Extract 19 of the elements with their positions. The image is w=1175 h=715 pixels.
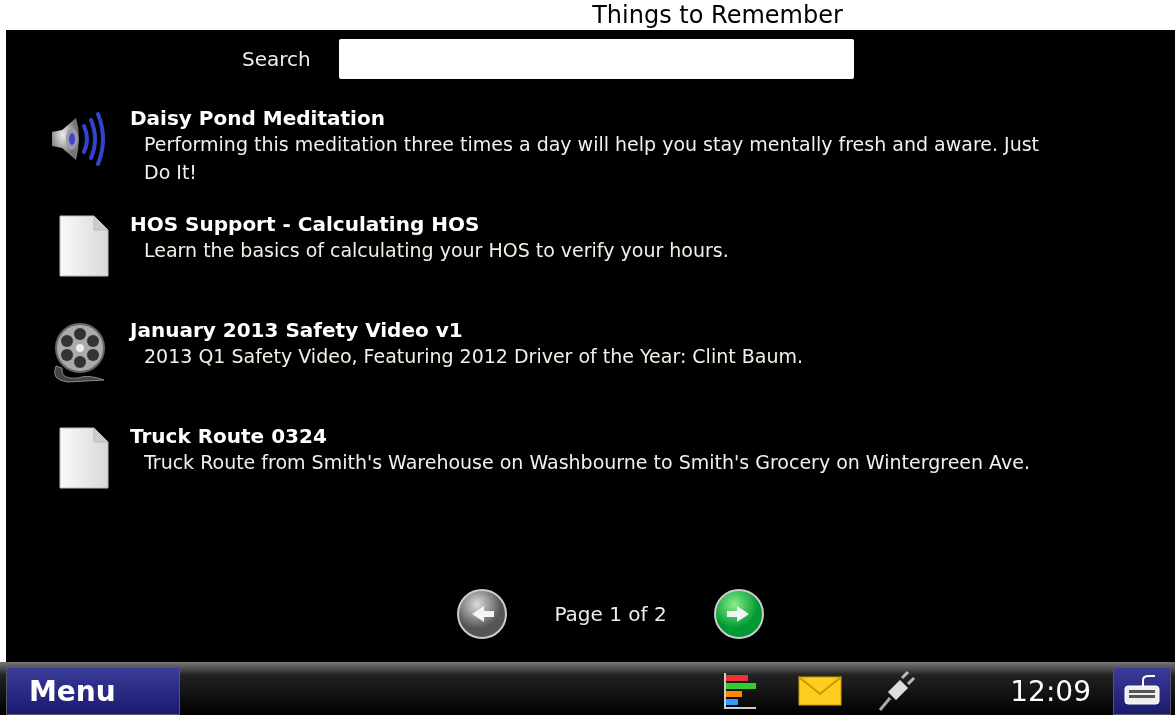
- window-title: Things to Remember: [592, 3, 843, 27]
- envelope-icon[interactable]: [798, 676, 843, 706]
- item-title[interactable]: Daisy Pond Meditation: [130, 106, 1044, 130]
- page-indicator: Page 1 of 2: [554, 602, 667, 626]
- item-title[interactable]: HOS Support - Calculating HOS: [130, 212, 729, 236]
- item-title[interactable]: January 2013 Safety Video v1: [130, 318, 803, 342]
- plug-icon[interactable]: [876, 670, 917, 712]
- item-description: 2013 Q1 Safety Video, Featuring 2012 Driver of the Year: Clint Baum.: [143, 344, 803, 369]
- search-field[interactable]: [338, 39, 854, 79]
- menu-button[interactable]: Menu: [6, 667, 180, 715]
- item-description: Learn the basics of calculating your HOS to verify your hours.: [143, 238, 729, 263]
- next-page-button[interactable]: [712, 588, 765, 640]
- clock-time: 12:09: [1010, 674, 1091, 708]
- keyboard-button[interactable]: [1113, 667, 1171, 715]
- keyboard-icon: [1123, 674, 1161, 708]
- item-description: Performing this meditation three times a day will help you stay mentally fresh and aware. Just Do It!: [143, 132, 1041, 185]
- item-title[interactable]: Truck Route 0324: [130, 424, 1030, 448]
- item-description: Truck Route from Smith's Warehouse on Washbourne to Smith's Grocery on Wintergreen Ave.: [143, 450, 1030, 475]
- search-label: Search: [242, 47, 311, 71]
